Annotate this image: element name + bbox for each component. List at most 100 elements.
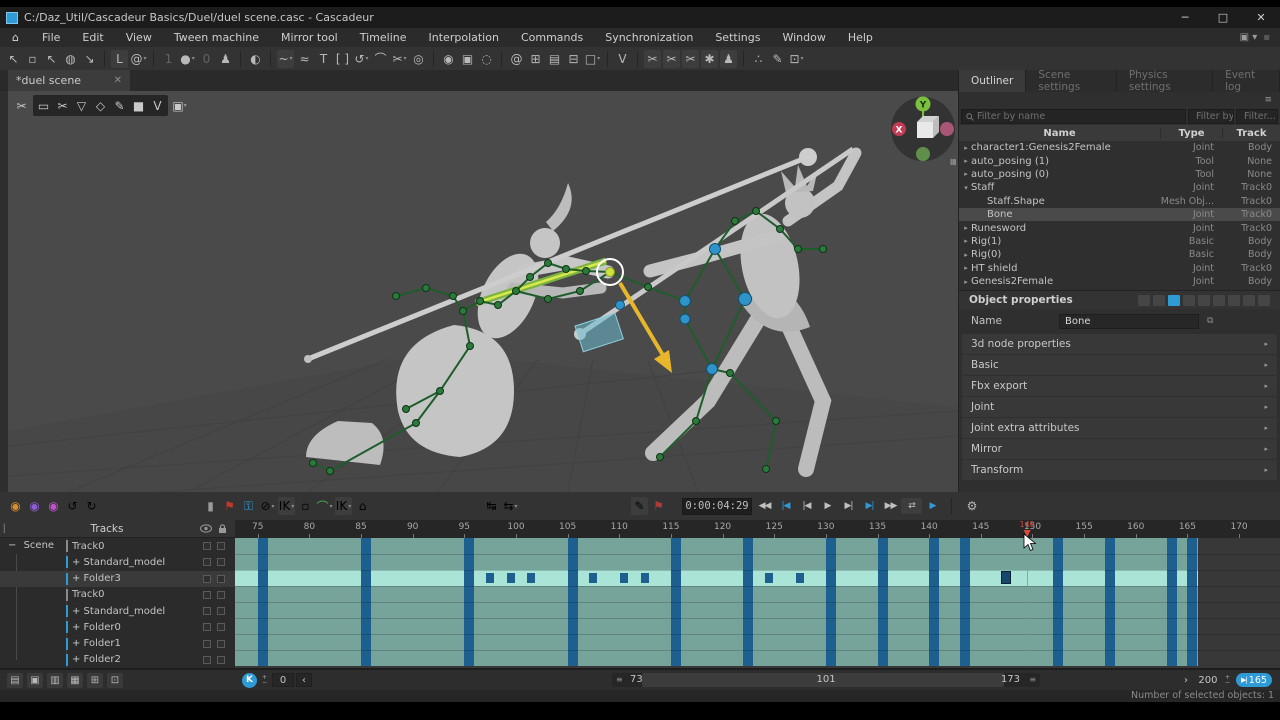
- lock-layout-icon[interactable]: ▪: [1263, 32, 1270, 43]
- character-icon[interactable]: ♟: [217, 50, 234, 68]
- visibility-checkbox[interactable]: [203, 623, 211, 631]
- scroll-left-button[interactable]: ‹: [296, 673, 312, 687]
- menu-mirror-tool[interactable]: Mirror tool: [270, 31, 349, 44]
- visibility-checkbox[interactable]: [203, 656, 211, 664]
- prop-view-icon-5[interactable]: [1213, 295, 1225, 306]
- keyframe-124[interactable]: [765, 573, 773, 583]
- selected-keyframe[interactable]: [1001, 571, 1011, 584]
- direction-arrow[interactable]: [620, 283, 672, 373]
- playhead-line[interactable]: [1027, 538, 1028, 666]
- rotate-mode-icon[interactable]: @▾: [130, 50, 147, 68]
- physics-orange-icon[interactable]: ◉: [7, 497, 24, 515]
- funnel-icon[interactable]: ▽: [72, 96, 91, 115]
- pen-icon[interactable]: ✎: [110, 96, 129, 115]
- keyframe-97[interactable]: [486, 573, 494, 583]
- shift-keys-icon[interactable]: ⇆▾: [502, 497, 519, 515]
- arc-green-icon[interactable]: ⌒▾: [316, 497, 333, 515]
- timeline-ruler[interactable]: 7580859095100105110115120125130135140145…: [235, 520, 1280, 538]
- outliner-row-staff[interactable]: ▾StaffJointTrack0: [959, 181, 1280, 194]
- outliner-row-bone[interactable]: BoneJointTrack0: [959, 208, 1280, 221]
- key-icon[interactable]: ⚿: [240, 497, 257, 515]
- section-joint[interactable]: Joint▸: [962, 397, 1277, 417]
- lasso-select-icon[interactable]: ↖: [43, 50, 60, 68]
- half-character-icon[interactable]: ◐: [247, 50, 264, 68]
- menu-interpolation[interactable]: Interpolation: [418, 31, 510, 44]
- filter-type-input[interactable]: Filter by...: [1188, 109, 1234, 124]
- tween-value-icon[interactable]: 1: [160, 50, 177, 68]
- visibility-checkbox[interactable]: [203, 607, 211, 615]
- viewport-3d[interactable]: ✂▭✂▽◇✎■V▣▾ Y X ▦: [8, 91, 958, 492]
- tab-close-icon[interactable]: ✕: [114, 75, 122, 86]
- lock-checkbox[interactable]: [217, 623, 225, 631]
- add-folder-icon[interactable]: ▣: [27, 673, 43, 688]
- menu-help[interactable]: Help: [837, 31, 884, 44]
- keyframe-107[interactable]: [589, 573, 597, 583]
- tab-physics-settings[interactable]: Physics settings: [1117, 70, 1213, 92]
- total-frames-value[interactable]: 200: [1197, 673, 1219, 687]
- target-icon[interactable]: ◎: [410, 50, 427, 68]
- duplicate-icon[interactable]: ▦: [67, 673, 83, 688]
- expand-arrow-icon[interactable]: ▸: [961, 278, 971, 286]
- focus-frame-icon[interactable]: ◌: [478, 50, 495, 68]
- ghost-magenta-icon[interactable]: ◉: [45, 497, 62, 515]
- home-icon[interactable]: ⌂: [0, 31, 31, 44]
- globe-select-icon[interactable]: ◍: [62, 50, 79, 68]
- outliner-row-staff-shape[interactable]: Staff.ShapeMesh Obj...Track0: [959, 195, 1280, 208]
- tween-zero-icon[interactable]: 0: [198, 50, 215, 68]
- menu-tween-machine[interactable]: Tween machine: [163, 31, 270, 44]
- copy-add-icon[interactable]: ▤: [546, 50, 563, 68]
- section-transform[interactable]: Transform▸: [962, 460, 1277, 480]
- prop-view-icon-4[interactable]: [1198, 295, 1210, 306]
- ghost-purple-icon[interactable]: ◉: [26, 497, 43, 515]
- prop-view-icon-0[interactable]: [1138, 295, 1150, 306]
- next-key-button[interactable]: ▶|: [859, 501, 880, 511]
- timeline-settings-icon[interactable]: ⚙: [962, 496, 982, 516]
- select-frames-icon[interactable]: ▫: [297, 497, 314, 515]
- visibility-eye-icon[interactable]: [200, 524, 212, 533]
- track-row-track0-0[interactable]: Track0: [0, 538, 235, 554]
- timeline-grid[interactable]: [235, 538, 1280, 668]
- filter-track-input[interactable]: Filter...: [1236, 109, 1278, 124]
- expand-arrow-icon[interactable]: ▸: [961, 251, 971, 259]
- arc-a-icon[interactable]: ⌂: [354, 497, 371, 515]
- track-row-folder3-2[interactable]: + Folder3: [0, 571, 235, 587]
- expand-arrow-icon[interactable]: ▸: [961, 224, 971, 232]
- rewind-button[interactable]: ◀◀: [754, 501, 775, 511]
- brackets-icon[interactable]: [ ]: [334, 50, 351, 68]
- point-circle-icon[interactable]: ◉: [440, 50, 457, 68]
- outliner-row-rig-0-[interactable]: ▸Rig(0)BasicBody: [959, 248, 1280, 261]
- scroll-right-button[interactable]: ›: [1178, 673, 1194, 687]
- scroll-grip-left[interactable]: ≡: [616, 675, 623, 684]
- tracks-scroll-icon[interactable]: ▏: [0, 524, 14, 533]
- lock-checkbox[interactable]: [217, 575, 225, 583]
- keyframe-112[interactable]: [641, 573, 649, 583]
- expand-arrow-icon[interactable]: ▸: [961, 264, 971, 272]
- lock-icon[interactable]: [218, 524, 227, 534]
- polygon-icon[interactable]: ◇: [91, 96, 110, 115]
- open-folder-icon[interactable]: ▤: [7, 673, 23, 688]
- view-gizmo[interactable]: Y X ▦: [890, 94, 956, 166]
- pin-icon[interactable]: ▮: [202, 497, 219, 515]
- link-icon[interactable]: ~▾: [277, 50, 294, 68]
- expand-keys-icon[interactable]: ↹: [483, 497, 500, 515]
- total-frames-stepper[interactable]: +−: [1225, 675, 1230, 685]
- loop-button[interactable]: ⇄: [901, 498, 922, 514]
- viewport-camera-icon[interactable]: ▣▾: [170, 96, 189, 115]
- panel-menu-icon[interactable]: ≡: [1264, 95, 1272, 105]
- new-box-icon[interactable]: ⊞: [87, 673, 103, 688]
- maximize-button[interactable]: □: [1204, 11, 1242, 24]
- camera-icon[interactable]: ▣: [459, 50, 476, 68]
- visibility-checkbox[interactable]: [203, 558, 211, 566]
- lock-checkbox[interactable]: [217, 591, 225, 599]
- minimize-button[interactable]: ─: [1166, 11, 1204, 24]
- arc-add-icon[interactable]: ⌒: [372, 50, 389, 68]
- track-row-track0-3[interactable]: Track0: [0, 587, 235, 603]
- brush-icon[interactable]: ✎: [631, 497, 648, 515]
- visibility-checkbox[interactable]: [203, 640, 211, 648]
- menu-window[interactable]: Window: [771, 31, 836, 44]
- step-forward-button[interactable]: ▶|: [838, 501, 859, 511]
- lock-checkbox[interactable]: [217, 542, 225, 550]
- track-row-folder1-6[interactable]: + Folder1: [0, 636, 235, 652]
- prop-view-icon-1[interactable]: [1153, 295, 1165, 306]
- section-3d-node-properties[interactable]: 3d node properties▸: [962, 334, 1277, 354]
